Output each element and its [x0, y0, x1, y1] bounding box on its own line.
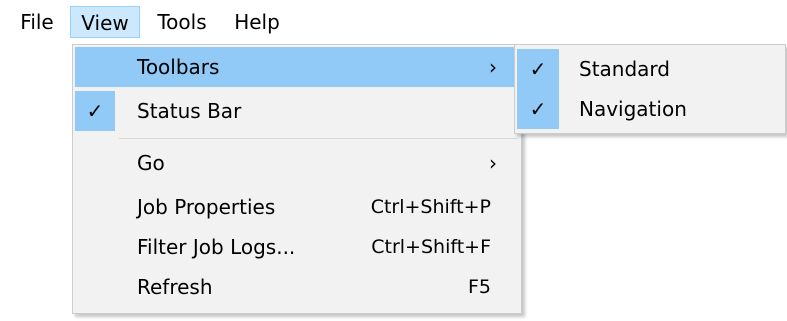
- chevron-right-icon: ›: [489, 55, 497, 79]
- menu-item-job-properties[interactable]: Job Properties Ctrl+Shift+P: [75, 187, 519, 227]
- submenu-item-label: Navigation: [579, 97, 687, 121]
- menu-item-shortcut: F5: [467, 276, 491, 298]
- menu-item-shortcut: Ctrl+Shift+P: [370, 196, 491, 218]
- menu-item-filter-job-logs[interactable]: Filter Job Logs... Ctrl+Shift+F: [75, 227, 519, 267]
- menu-view[interactable]: View: [70, 6, 140, 38]
- chevron-right-icon: ›: [489, 151, 497, 175]
- submenu-item-label: Standard: [579, 57, 670, 81]
- menu-item-label: Job Properties: [137, 195, 276, 219]
- submenu-item-navigation[interactable]: ✓ Navigation: [517, 89, 783, 129]
- submenu-item-standard[interactable]: ✓ Standard: [517, 49, 783, 89]
- menu-item-toolbars[interactable]: Toolbars ›: [75, 47, 519, 87]
- view-menu-dropdown: Toolbars › ✓ Status Bar Go › Job Propert…: [72, 44, 522, 314]
- checkmark-icon: ✓: [517, 49, 559, 89]
- menu-item-status-bar[interactable]: ✓ Status Bar: [75, 91, 519, 131]
- menu-item-label: Go: [137, 151, 165, 175]
- menu-separator: [119, 138, 517, 139]
- toolbars-submenu: ✓ Standard ✓ Navigation: [514, 44, 786, 134]
- menu-item-shortcut: Ctrl+Shift+F: [371, 236, 491, 258]
- menu-help[interactable]: Help: [224, 6, 290, 38]
- checkmark-icon: ✓: [75, 91, 115, 131]
- menu-item-label: Toolbars: [137, 55, 220, 79]
- checkmark-icon: ✓: [517, 89, 559, 129]
- menu-item-label: Refresh: [137, 275, 213, 299]
- menu-item-refresh[interactable]: Refresh F5: [75, 267, 519, 307]
- menu-tools[interactable]: Tools: [144, 6, 220, 38]
- menu-bar: File View Tools Help: [0, 0, 787, 44]
- menu-file[interactable]: File: [10, 6, 64, 38]
- menu-item-label: Filter Job Logs...: [137, 235, 296, 259]
- menu-item-go[interactable]: Go ›: [75, 143, 519, 183]
- menu-item-label: Status Bar: [137, 99, 242, 123]
